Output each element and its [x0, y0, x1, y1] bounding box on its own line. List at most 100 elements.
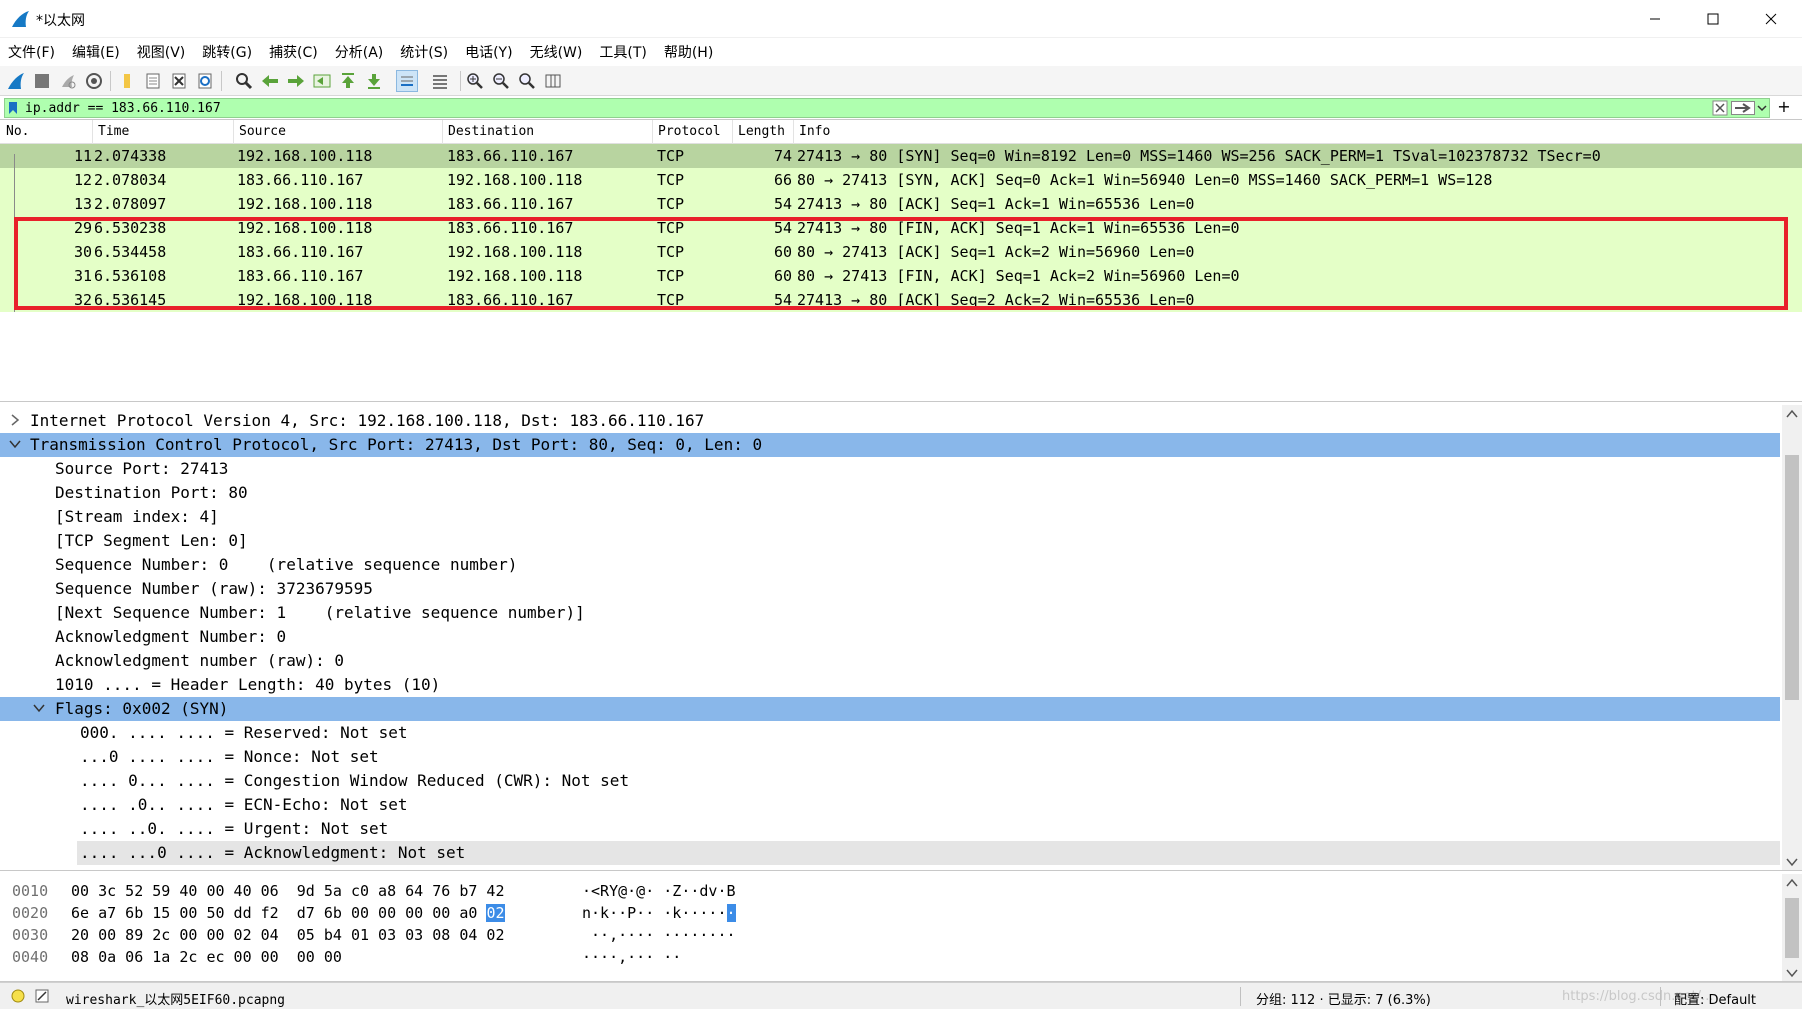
column-header-no[interactable]: No.	[6, 124, 29, 139]
tree-item-flag[interactable]: .... ...0 .... = Acknowledgment: Not set	[77, 841, 1780, 865]
tree-item-flag[interactable]: .... 0... .... = Congestion Window Reduc…	[0, 769, 1780, 793]
scroll-up-button[interactable]	[1782, 405, 1802, 423]
save-file-button[interactable]	[142, 70, 164, 92]
packet-row[interactable]: 31 6.536108 183.66.110.167 192.168.100.1…	[0, 264, 1802, 288]
column-divider[interactable]	[92, 120, 93, 144]
start-capture-button[interactable]	[5, 70, 27, 92]
go-forward-button[interactable]	[285, 70, 307, 92]
open-file-button[interactable]	[116, 70, 138, 92]
column-divider[interactable]	[652, 120, 653, 144]
column-divider[interactable]	[233, 120, 234, 144]
close-file-button[interactable]	[168, 70, 190, 92]
column-divider[interactable]	[732, 120, 733, 144]
bytes-ascii[interactable]: ····,··· ··	[582, 948, 681, 966]
scroll-down-button[interactable]	[1782, 964, 1802, 981]
last-packet-button[interactable]	[363, 70, 385, 92]
bytes-hex[interactable]: 08 0a 06 1a 2c ec 00 00 00 00	[71, 948, 342, 966]
go-back-button[interactable]	[259, 70, 281, 92]
menu-file[interactable]: 文件(F)	[8, 42, 55, 62]
menu-capture[interactable]: 捕获(C)	[269, 42, 318, 62]
chevron-down-icon[interactable]	[8, 437, 22, 451]
bytes-ascii[interactable]: n·k··P·· ·k······	[582, 904, 736, 922]
chevron-down-icon[interactable]	[1757, 101, 1767, 115]
tree-item-field[interactable]: [TCP Segment Len: 0]	[0, 529, 1780, 553]
column-header-time[interactable]: Time	[98, 124, 129, 139]
chevron-down-icon[interactable]	[32, 701, 46, 715]
capture-comment-icon[interactable]	[34, 988, 50, 1004]
stop-capture-button[interactable]	[31, 70, 53, 92]
go-to-packet-button[interactable]	[311, 70, 333, 92]
restart-capture-button[interactable]	[57, 70, 79, 92]
capture-options-button[interactable]	[83, 70, 105, 92]
chevron-right-icon[interactable]	[8, 413, 22, 427]
bytes-ascii[interactable]: ··,···· ········	[582, 926, 736, 944]
column-header-protocol[interactable]: Protocol	[658, 124, 721, 139]
column-header-source[interactable]: Source	[239, 124, 286, 139]
packet-row[interactable]: 29 6.530238 192.168.100.118 183.66.110.1…	[0, 216, 1802, 240]
clear-filter-icon[interactable]	[1712, 100, 1728, 116]
profile-status[interactable]: 配置: Default	[1674, 989, 1756, 1008]
tree-item-flag[interactable]: ...0 .... .... = Nonce: Not set	[0, 745, 1780, 769]
tree-item-flags[interactable]: Flags: 0x002 (SYN)	[0, 697, 1780, 721]
selected-ascii[interactable]: ·	[726, 904, 736, 922]
tree-item-field[interactable]: [Next Sequence Number: 1 (relative seque…	[0, 601, 1780, 625]
menu-analyze[interactable]: 分析(A)	[335, 42, 384, 62]
menu-view[interactable]: 视图(V)	[137, 42, 186, 62]
tree-item-field[interactable]: Acknowledgment number (raw): 0	[0, 649, 1780, 673]
tree-item-field[interactable]: Acknowledgment Number: 0	[0, 625, 1780, 649]
menu-telephony[interactable]: 电话(Y)	[465, 42, 512, 62]
packet-row[interactable]: 13 2.078097 192.168.100.118 183.66.110.1…	[0, 192, 1802, 216]
packet-row[interactable]: 32 6.536145 192.168.100.118 183.66.110.1…	[0, 288, 1802, 312]
apply-filter-icon[interactable]	[1731, 101, 1755, 115]
tree-item-field[interactable]: Source Port: 27413	[0, 457, 1780, 481]
display-filter-input[interactable]	[25, 99, 1705, 117]
bytes-hex[interactable]: 20 00 89 2c 00 00 02 04 05 b4 01 03 03 0…	[71, 926, 505, 944]
packet-row[interactable]: 12 2.078034 183.66.110.167 192.168.100.1…	[0, 168, 1802, 192]
tree-item-field[interactable]: [Stream index: 4]	[0, 505, 1780, 529]
menu-edit[interactable]: 编辑(E)	[72, 42, 120, 62]
details-scrollbar[interactable]	[1782, 405, 1802, 870]
bookmark-icon[interactable]	[7, 101, 19, 115]
column-header-length[interactable]: Length	[738, 124, 785, 139]
resize-columns-button[interactable]	[542, 70, 564, 92]
menu-go[interactable]: 跳转(G)	[202, 42, 252, 62]
bytes-scrollbar[interactable]	[1782, 874, 1802, 981]
column-header-info[interactable]: Info	[799, 124, 830, 139]
minimize-button[interactable]	[1626, 0, 1684, 38]
auto-scroll-button[interactable]	[396, 70, 418, 92]
tree-item-field[interactable]: Sequence Number: 0 (relative sequence nu…	[0, 553, 1780, 577]
column-divider[interactable]	[793, 120, 794, 144]
scroll-down-button[interactable]	[1782, 853, 1802, 870]
tree-item-field[interactable]: Sequence Number (raw): 3723679595	[0, 577, 1780, 601]
maximize-button[interactable]	[1684, 0, 1742, 38]
first-packet-button[interactable]	[337, 70, 359, 92]
normal-size-button[interactable]	[516, 70, 538, 92]
tree-item-tcp[interactable]: Transmission Control Protocol, Src Port:…	[0, 433, 1780, 457]
tree-item-field[interactable]: Destination Port: 80	[0, 481, 1780, 505]
zoom-out-button[interactable]	[490, 70, 512, 92]
menu-statistics[interactable]: 统计(S)	[400, 42, 448, 62]
packet-row[interactable]: 30 6.534458 183.66.110.167 192.168.100.1…	[0, 240, 1802, 264]
selected-byte[interactable]: 02	[486, 904, 505, 922]
menu-help[interactable]: 帮助(H)	[664, 42, 713, 62]
tree-item-ipv4[interactable]: Internet Protocol Version 4, Src: 192.16…	[0, 409, 1780, 433]
zoom-in-button[interactable]	[464, 70, 486, 92]
tree-item-flag[interactable]: .... ..0. .... = Urgent: Not set	[0, 817, 1780, 841]
tree-item-field[interactable]: 1010 .... = Header Length: 40 bytes (10)	[0, 673, 1780, 697]
scroll-thumb[interactable]	[1785, 455, 1799, 700]
close-button[interactable]	[1742, 0, 1800, 38]
expert-info-icon[interactable]	[10, 988, 26, 1004]
bytes-hex[interactable]: 6e a7 6b 15 00 50 dd f2 d7 6b 00 00 00 0…	[71, 904, 505, 922]
menu-wireless[interactable]: 无线(W)	[530, 42, 583, 62]
find-packet-button[interactable]	[233, 70, 255, 92]
bytes-ascii[interactable]: ·<RY@·@· ·Z··dv·B	[582, 882, 736, 900]
packet-row[interactable]: 11 2.074338 192.168.100.118 183.66.110.1…	[0, 144, 1802, 168]
bytes-hex[interactable]: 00 3c 52 59 40 00 40 06 9d 5a c0 a8 64 7…	[71, 882, 505, 900]
menu-tools[interactable]: 工具(T)	[599, 42, 646, 62]
tree-item-flag[interactable]: 000. .... .... = Reserved: Not set	[0, 721, 1780, 745]
reload-file-button[interactable]	[194, 70, 216, 92]
add-filter-button[interactable]: +	[1774, 98, 1794, 118]
tree-item-flag[interactable]: .... .0.. .... = ECN-Echo: Not set	[0, 793, 1780, 817]
scroll-thumb[interactable]	[1785, 898, 1799, 958]
column-divider[interactable]	[442, 120, 443, 144]
